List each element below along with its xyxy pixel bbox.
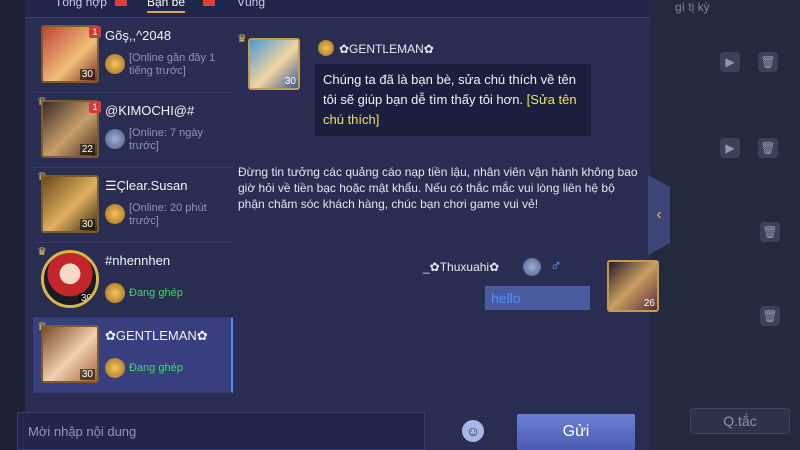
system-notice: Đừng tin tưởng các quảng cáo nạp tiền lậ… [238,165,638,211]
input-placeholder: Mời nhập nội dung [28,423,137,439]
notification-badge [115,0,127,6]
tab-underline [147,11,186,13]
friend-name: ✿GENTLEMAN✿ [105,328,208,343]
background-panel: gì tị kỳ ▶ 🗑 ▶ 🗑 🗑 🗑 Q.tắc [650,0,800,450]
unread-badge: 1 [89,26,101,38]
friend-name: @KIMOCHI@# [105,103,195,118]
friend-status: [Online: 20 phút trước] [129,202,207,227]
rank-icon [105,204,125,224]
friend-status: Đang ghép [129,287,183,299]
notification-badge [203,0,215,6]
tab-region[interactable]: Vùng [237,0,265,9]
level-badge: 26 [643,298,655,309]
level-badge: 30 [79,219,95,230]
crown-icon: ♛ [237,33,247,45]
level-badge: 30 [79,369,95,380]
partner-avatar[interactable]: 30 [248,38,300,90]
friend-status: [Online gần đây 1 tiếng trước] [129,52,216,77]
tab-general[interactable]: Tổng hợp [55,0,107,9]
my-message-text: hello [491,290,521,306]
level-badge: 22 [79,144,95,155]
friend-name: #nhennhen [105,253,171,268]
trash-icon[interactable]: 🗑 [760,222,780,242]
avatar: 30 [41,325,99,383]
friend-item[interactable]: ♛ 22 1 @KIMOCHI@# [Online: 7 ngày trước] [33,93,233,168]
trash-icon[interactable]: 🗑 [758,52,778,72]
rank-icon [523,258,541,276]
friend-name: ☰Çlear.Susan [105,178,188,193]
chat-window: Tổng hợp Bạn bè Vùng 30 1 Gõş,,^2048 [On… [25,0,659,450]
friend-item[interactable]: ♛ 30 ✿GENTLEMAN✿ Đang ghép [33,318,233,393]
friend-list: 30 1 Gõş,,^2048 [Online gần đây 1 tiếng … [33,18,233,396]
emoji-icon[interactable]: ☺ [462,420,484,442]
friend-status: Đang ghép [129,362,183,374]
message-input[interactable]: Mời nhập nội dung [17,412,425,450]
trash-icon[interactable]: 🗑 [758,138,778,158]
my-name: _✿Thuxuahi✿ [423,260,500,274]
row-actions: 🗑 [760,222,780,242]
trash-icon[interactable]: 🗑 [760,306,780,326]
video-icon[interactable]: ▶ [720,52,740,72]
unread-badge: 1 [89,101,101,113]
friend-name: Gõş,,^2048 [105,28,172,43]
partner-name: ✿GENTLEMAN✿ [339,42,434,56]
friend-item[interactable]: ♛ 30 ☰Çlear.Susan [Online: 20 phút trước… [33,168,233,243]
friend-item[interactable]: ♛ 30 #nhennhen Đang ghép [33,243,233,318]
partner-message-bubble: Chúng ta đã là bạn bè, sửa chú thích về … [315,64,591,136]
background-tag: gì tị kỳ [675,0,710,14]
chat-area: ♛ 30 ✿GENTLEMAN✿ Chúng ta đã là bạn bè, … [235,18,659,396]
my-avatar[interactable]: 26 [607,260,659,312]
row-actions: ▶ 🗑 [720,138,778,158]
rules-button[interactable]: Q.tắc [690,408,790,434]
rank-icon [105,283,125,303]
rank-icon [105,129,125,149]
rank-icon [318,40,334,56]
friend-item[interactable]: 30 1 Gõş,,^2048 [Online gần đây 1 tiếng … [33,18,233,93]
collapse-arrow-icon[interactable]: ‹ [648,175,670,255]
rank-icon [105,358,125,378]
video-icon[interactable]: ▶ [720,138,740,158]
tab-bar: Tổng hợp Bạn bè Vùng [25,0,650,18]
row-actions: 🗑 [760,306,780,326]
avatar: 30 [41,250,99,308]
send-button[interactable]: Gửi [517,414,635,450]
level-badge: 30 [284,76,296,87]
my-message-bubble: hello [485,286,590,310]
row-actions: ▶ 🗑 [720,52,778,72]
gender-icon: ♂ [550,258,562,275]
level-badge: 30 [79,69,95,80]
tab-friends[interactable]: Bạn bè [147,0,186,13]
avatar: 30 [41,175,99,233]
rank-icon [105,54,125,74]
friend-status: [Online: 7 ngày trước] [129,127,203,152]
tab-friends-label: Bạn bè [147,0,186,9]
level-badge: 30 [78,293,94,304]
